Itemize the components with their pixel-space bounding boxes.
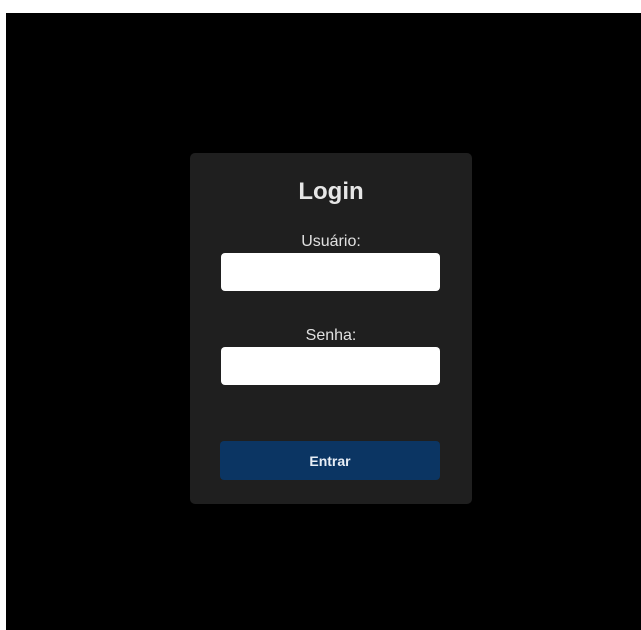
username-label: Usuário: — [301, 233, 361, 250]
username-input[interactable] — [221, 253, 440, 291]
login-button[interactable]: Entrar — [220, 441, 440, 480]
password-input[interactable] — [221, 347, 440, 385]
password-label: Senha: — [305, 327, 357, 344]
login-title: Login — [298, 178, 364, 205]
login-card: Login Usuário: Senha: Entrar — [190, 153, 472, 504]
page-background: Login Usuário: Senha: Entrar — [6, 13, 641, 630]
